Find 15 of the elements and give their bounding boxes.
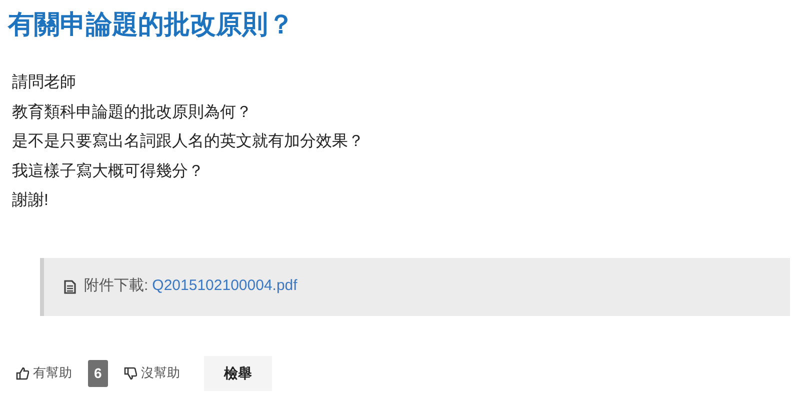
body-line: 教育類科申論題的批改原則為何？ <box>12 102 252 122</box>
helpful-count: 6 <box>88 360 108 386</box>
file-link[interactable]: Q2015102100004.pdf <box>152 275 298 298</box>
body-line: 請問老師 <box>12 72 76 93</box>
attachment-label: 附件下載: <box>84 276 148 296</box>
document-icon <box>64 280 76 294</box>
body-line: 我這樣子寫大概可得幾分？ <box>12 162 204 182</box>
body-line: 謝謝! <box>12 190 48 211</box>
thumbs-down-icon <box>124 366 137 380</box>
helpful-button[interactable]: 有幫助 <box>16 363 72 383</box>
body-line: 是不是只要寫出名詞跟人名的英文就有加分效果？ <box>12 132 364 152</box>
report-button[interactable]: 檢舉 <box>204 356 272 390</box>
thumbs-up-icon <box>16 366 29 380</box>
question-title: 有關申論題的批改原則？ <box>8 8 295 41</box>
not-helpful-button[interactable]: 沒幫助 <box>124 363 180 383</box>
